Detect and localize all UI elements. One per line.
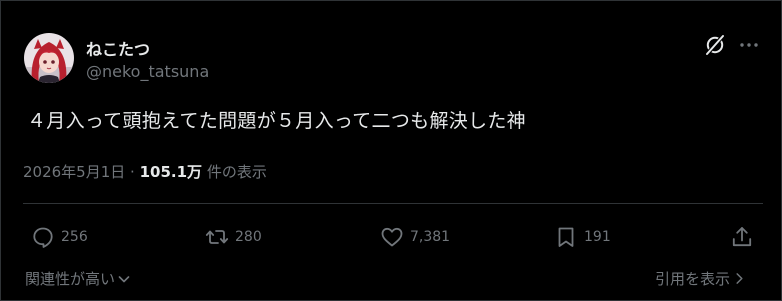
reply-icon <box>33 227 53 248</box>
avatar-image <box>24 33 74 83</box>
view-quotes-label: 引用を表示 <box>654 270 730 288</box>
reply-button[interactable]: 256 <box>31 224 88 250</box>
bookmark-icon <box>558 227 574 247</box>
divider <box>23 203 763 204</box>
share-icon <box>732 227 752 247</box>
more-icon[interactable] <box>737 33 761 57</box>
share-button[interactable] <box>730 224 754 250</box>
sort-relevance-button[interactable]: 関連性が高い <box>25 268 131 289</box>
bookmark-count: 191 <box>584 229 611 245</box>
like-count: 7,381 <box>410 229 451 245</box>
like-button[interactable]: 7,381 <box>380 224 450 250</box>
repost-icon <box>205 230 229 244</box>
user-handle[interactable]: @neko_tatsuna <box>86 62 209 81</box>
display-name[interactable]: ねこたつ <box>86 36 150 60</box>
bookmark-button[interactable]: 191 <box>554 224 611 250</box>
chevron-right-icon <box>736 273 743 284</box>
post-date[interactable]: 2026年5月1日 <box>23 163 125 181</box>
view-quotes-link[interactable]: 引用を表示 <box>655 268 746 289</box>
post-meta: 2026年5月1日 · 105.1万 件の表示 <box>23 161 267 182</box>
sort-relevance-label: 関連性が高い <box>25 270 116 288</box>
grok-icon[interactable] <box>703 33 727 57</box>
like-icon <box>381 227 403 247</box>
chevron-down-icon <box>118 275 130 282</box>
meta-separator: · <box>130 163 135 181</box>
reply-count: 256 <box>61 229 88 245</box>
post-text: ４月入って頭抱えてた問題が５月入って二つも解決した神 <box>27 110 526 132</box>
repost-button[interactable]: 280 <box>205 224 262 250</box>
views-label: 件の表示 <box>206 163 267 181</box>
repost-count: 280 <box>235 229 262 245</box>
avatar[interactable] <box>24 33 74 83</box>
views-count: 105.1万 <box>139 163 203 181</box>
